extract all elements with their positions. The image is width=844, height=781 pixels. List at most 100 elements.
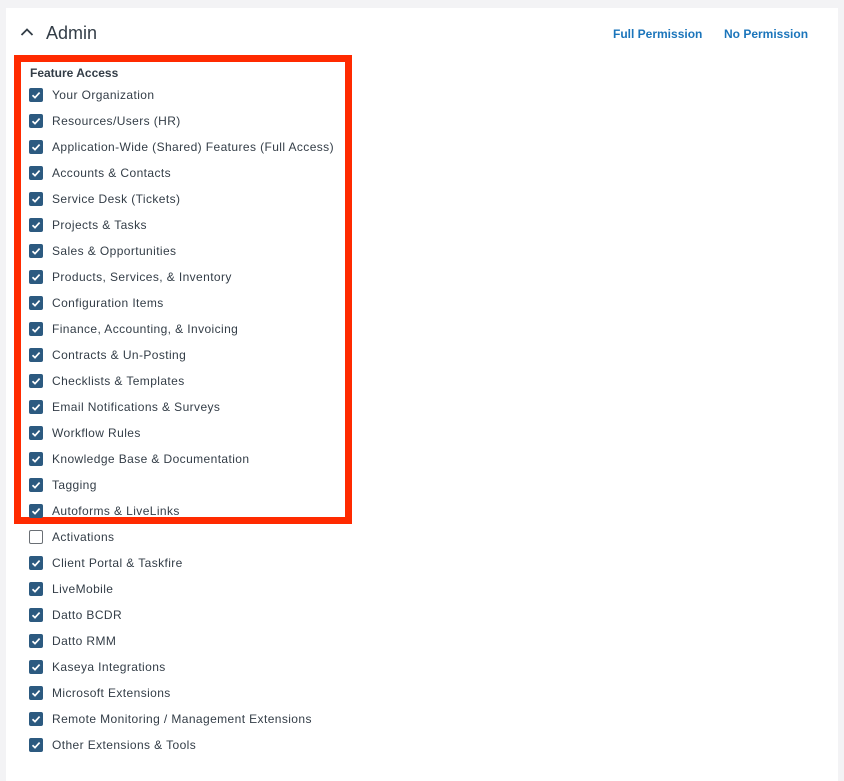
check-icon xyxy=(31,742,41,749)
feature-checkbox[interactable] xyxy=(29,296,43,310)
feature-item-label: Microsoft Extensions xyxy=(52,686,171,700)
feature-checkbox[interactable] xyxy=(29,166,43,180)
no-permission-link[interactable]: No Permission xyxy=(724,27,808,41)
feature-item-label: Your Organization xyxy=(52,88,155,102)
feature-checkbox[interactable] xyxy=(29,322,43,336)
feature-access-label: Feature Access xyxy=(30,66,119,80)
feature-item-label: Resources/Users (HR) xyxy=(52,114,181,128)
feature-item[interactable]: Client Portal & Taskfire xyxy=(29,550,334,576)
feature-checkbox[interactable] xyxy=(29,88,43,102)
feature-item[interactable]: LiveMobile xyxy=(29,576,334,602)
feature-checkbox[interactable] xyxy=(29,478,43,492)
feature-item-label: Datto RMM xyxy=(52,634,117,648)
feature-checkbox[interactable] xyxy=(29,114,43,128)
section-header: Admin Full Permission No Permission xyxy=(6,8,838,58)
feature-item[interactable]: Microsoft Extensions xyxy=(29,680,334,706)
feature-item-label: Activations xyxy=(52,530,115,544)
check-icon xyxy=(31,482,41,489)
feature-item-label: Other Extensions & Tools xyxy=(52,738,197,752)
feature-item[interactable]: Datto RMM xyxy=(29,628,334,654)
feature-item[interactable]: Autoforms & LiveLinks xyxy=(29,498,334,524)
feature-checkbox[interactable] xyxy=(29,140,43,154)
feature-item-label: Workflow Rules xyxy=(52,426,141,440)
feature-item[interactable]: Kaseya Integrations xyxy=(29,654,334,680)
feature-checkbox[interactable] xyxy=(29,556,43,570)
feature-checkbox[interactable] xyxy=(29,270,43,284)
feature-item[interactable]: Accounts & Contacts xyxy=(29,160,334,186)
check-icon xyxy=(31,92,41,99)
feature-item-label: Client Portal & Taskfire xyxy=(52,556,183,570)
check-icon xyxy=(31,612,41,619)
feature-access-list: Your Organization Resources/Users (HR) App… xyxy=(29,82,334,758)
feature-checkbox[interactable] xyxy=(29,686,43,700)
feature-item-label: Email Notifications & Surveys xyxy=(52,400,221,414)
feature-item-label: Autoforms & LiveLinks xyxy=(52,504,180,518)
admin-permissions-panel: Admin Full Permission No Permission Feat… xyxy=(6,8,838,781)
feature-checkbox[interactable] xyxy=(29,374,43,388)
feature-checkbox[interactable] xyxy=(29,348,43,362)
feature-item[interactable]: Service Desk (Tickets) xyxy=(29,186,334,212)
check-icon xyxy=(31,326,41,333)
feature-item[interactable]: Checklists & Templates xyxy=(29,368,334,394)
check-icon xyxy=(31,638,41,645)
feature-item[interactable]: Your Organization xyxy=(29,82,334,108)
feature-item[interactable]: Contracts & Un-Posting xyxy=(29,342,334,368)
feature-checkbox[interactable] xyxy=(29,582,43,596)
feature-item-label: Finance, Accounting, & Invoicing xyxy=(52,322,239,336)
feature-checkbox[interactable] xyxy=(29,608,43,622)
check-icon xyxy=(31,352,41,359)
feature-item[interactable]: Workflow Rules xyxy=(29,420,334,446)
feature-item[interactable]: Knowledge Base & Documentation xyxy=(29,446,334,472)
feature-checkbox[interactable] xyxy=(29,738,43,752)
feature-item[interactable]: Other Extensions & Tools xyxy=(29,732,334,758)
feature-checkbox[interactable] xyxy=(29,452,43,466)
check-icon xyxy=(31,300,41,307)
feature-item-label: Projects & Tasks xyxy=(52,218,147,232)
check-icon xyxy=(31,690,41,697)
check-icon xyxy=(31,222,41,229)
full-permission-link[interactable]: Full Permission xyxy=(613,27,702,41)
feature-item-label: Sales & Opportunities xyxy=(52,244,177,258)
check-icon xyxy=(31,586,41,593)
feature-checkbox[interactable] xyxy=(29,634,43,648)
feature-checkbox[interactable] xyxy=(29,426,43,440)
check-icon xyxy=(31,560,41,567)
feature-item-label: Remote Monitoring / Management Extension… xyxy=(52,712,312,726)
feature-item[interactable]: Tagging xyxy=(29,472,334,498)
feature-item[interactable]: Remote Monitoring / Management Extension… xyxy=(29,706,334,732)
feature-item-label: Datto BCDR xyxy=(52,608,123,622)
feature-item[interactable]: Email Notifications & Surveys xyxy=(29,394,334,420)
feature-item[interactable]: Resources/Users (HR) xyxy=(29,108,334,134)
feature-checkbox[interactable] xyxy=(29,712,43,726)
feature-checkbox[interactable] xyxy=(29,660,43,674)
feature-item-label: Configuration Items xyxy=(52,296,164,310)
feature-item-label: Products, Services, & Inventory xyxy=(52,270,232,284)
feature-checkbox[interactable] xyxy=(29,192,43,206)
section-title: Admin xyxy=(46,23,98,43)
feature-item-label: Application-Wide (Shared) Features (Full… xyxy=(52,140,334,154)
feature-item[interactable]: Application-Wide (Shared) Features (Full… xyxy=(29,134,334,160)
feature-item[interactable]: Configuration Items xyxy=(29,290,334,316)
collapse-section-button[interactable] xyxy=(18,23,36,41)
check-icon xyxy=(31,378,41,385)
feature-item[interactable]: Projects & Tasks xyxy=(29,212,334,238)
feature-item-label: Accounts & Contacts xyxy=(52,166,171,180)
feature-item[interactable]: Products, Services, & Inventory xyxy=(29,264,334,290)
feature-item-label: LiveMobile xyxy=(52,582,114,596)
check-icon xyxy=(31,248,41,255)
check-icon xyxy=(31,456,41,463)
feature-item[interactable]: Activations xyxy=(29,524,334,550)
feature-item-label: Knowledge Base & Documentation xyxy=(52,452,250,466)
feature-checkbox[interactable] xyxy=(29,218,43,232)
feature-checkbox[interactable] xyxy=(29,400,43,414)
check-icon xyxy=(31,274,41,281)
check-icon xyxy=(31,196,41,203)
feature-item[interactable]: Datto BCDR xyxy=(29,602,334,628)
check-icon xyxy=(31,716,41,723)
chevron-up-icon xyxy=(20,28,34,36)
feature-checkbox[interactable] xyxy=(29,244,43,258)
feature-item[interactable]: Finance, Accounting, & Invoicing xyxy=(29,316,334,342)
feature-checkbox[interactable] xyxy=(29,530,43,544)
feature-item[interactable]: Sales & Opportunities xyxy=(29,238,334,264)
feature-checkbox[interactable] xyxy=(29,504,43,518)
